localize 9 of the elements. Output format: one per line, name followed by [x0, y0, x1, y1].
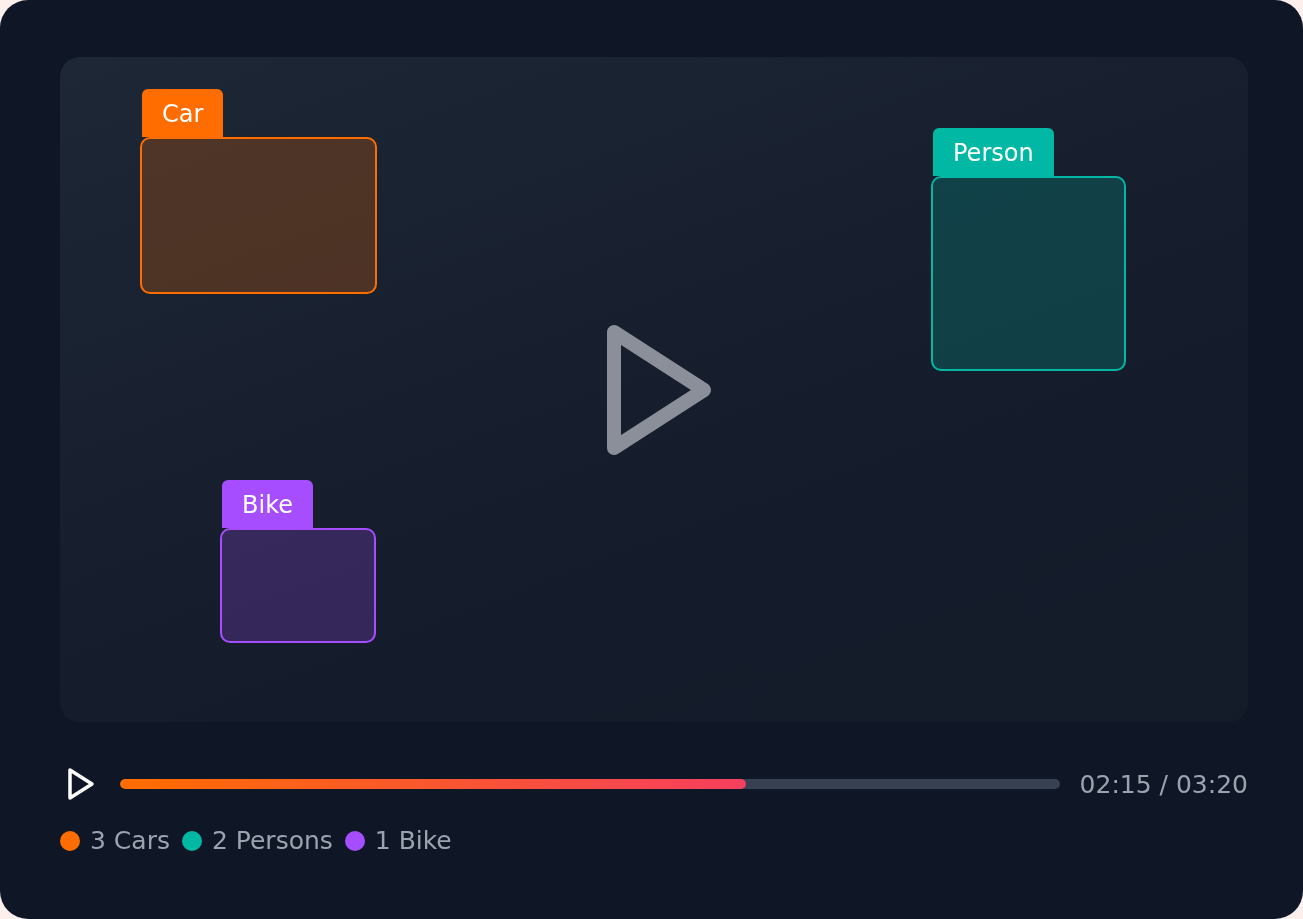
play-icon[interactable] [67, 767, 95, 801]
legend-label: 1 Bike [374, 826, 452, 855]
legend-label: 3 Cars [90, 826, 170, 855]
time-readout: 02:15 / 03:20 [1079, 769, 1248, 799]
legend-label: 2 Persons [211, 826, 333, 855]
detection-label: Person [933, 128, 1054, 176]
detection-label: Bike [222, 480, 313, 528]
detection-label: Car [142, 89, 224, 137]
progress-bar[interactable] [120, 779, 1060, 789]
